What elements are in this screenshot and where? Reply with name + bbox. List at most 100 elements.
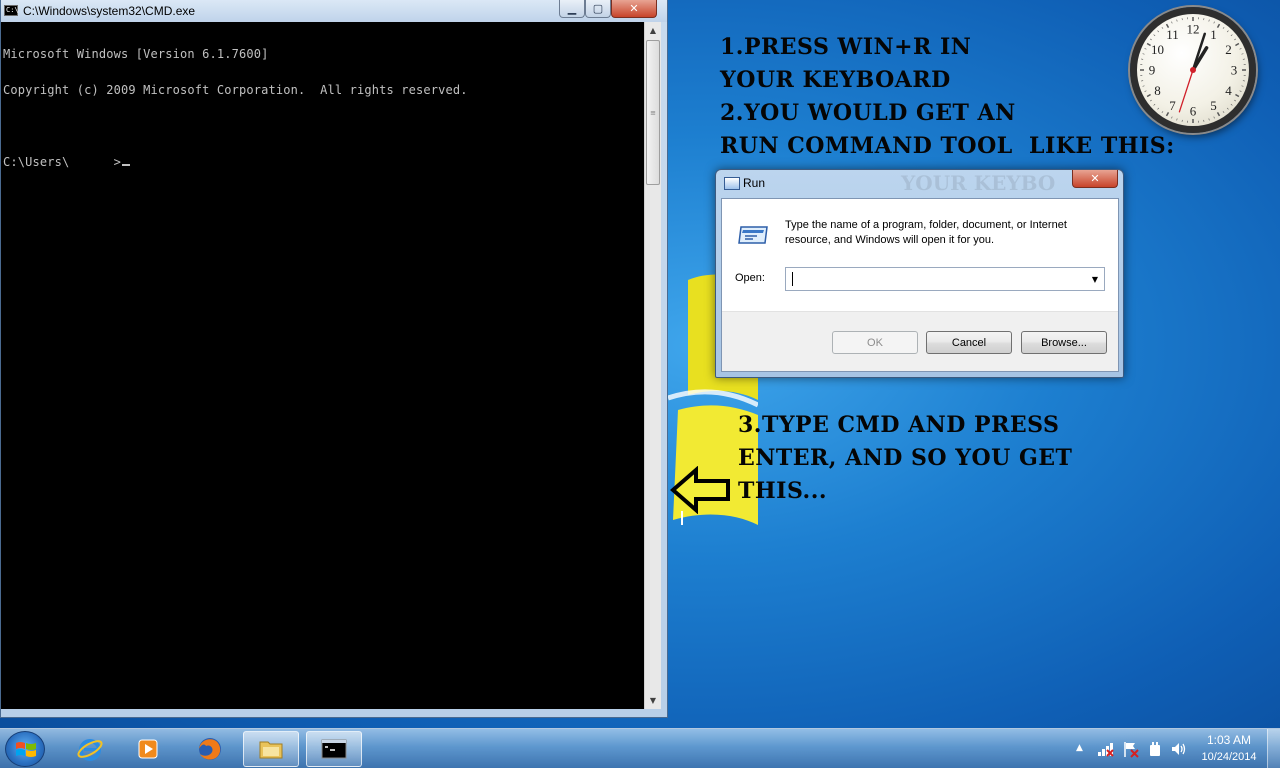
- clock-tick: [1176, 19, 1178, 22]
- clock-number: 3: [1231, 63, 1238, 78]
- taskbar-cmd[interactable]: [306, 731, 362, 767]
- run-program-icon: [738, 226, 768, 244]
- clock-tick: [1142, 53, 1145, 55]
- firefox-icon: [199, 738, 221, 760]
- run-dialog-body: Type the name of a program, folder, docu…: [721, 198, 1119, 372]
- network-icon[interactable]: [1097, 740, 1115, 758]
- volume-icon[interactable]: [1170, 740, 1188, 758]
- action-center-flag-icon[interactable]: [1122, 740, 1140, 758]
- clock-tick: [1144, 48, 1147, 50]
- clock-tick: [1153, 103, 1156, 106]
- clock-tick: [1144, 90, 1147, 92]
- media-player-icon: [138, 739, 158, 759]
- console-line: Microsoft Windows [Version 6.1.7600]: [3, 47, 269, 61]
- clock-tick: [1235, 93, 1240, 98]
- scroll-down-icon[interactable]: ▼: [645, 692, 661, 709]
- run-close-button[interactable]: ✕: [1072, 170, 1118, 188]
- show-desktop-button[interactable]: [1267, 729, 1280, 768]
- run-button-bar: OK Cancel Browse...: [722, 311, 1118, 371]
- clock-tick: [1230, 103, 1233, 106]
- start-button[interactable]: [5, 731, 45, 767]
- windows-explorer-icon: [259, 741, 283, 759]
- clock-tick: [1235, 42, 1240, 47]
- clock-number: 2: [1225, 42, 1232, 57]
- taskbar-firefox[interactable]: [182, 731, 238, 767]
- clock-tick: [1216, 112, 1221, 117]
- clock-tick: [1216, 23, 1221, 28]
- clock-tick: [1226, 30, 1229, 33]
- clock-tick: [1230, 34, 1233, 37]
- close-button[interactable]: ✕: [611, 0, 657, 18]
- text-cursor: [122, 164, 130, 166]
- clock-number: 8: [1154, 83, 1161, 98]
- minimize-button[interactable]: ▁: [559, 0, 585, 18]
- clock-tick: [1146, 93, 1151, 98]
- clock-number: 5: [1210, 98, 1217, 113]
- clock-number: 10: [1151, 42, 1164, 57]
- clock-tick: [1222, 26, 1225, 29]
- dropdown-arrow-icon[interactable]: ▼: [1088, 271, 1102, 287]
- run-description: Type the name of a program, folder, docu…: [785, 219, 1067, 246]
- scroll-thumb[interactable]: ≡: [646, 40, 660, 185]
- taskbar-media-player[interactable]: [120, 731, 176, 767]
- browse-button[interactable]: Browse...: [1021, 331, 1107, 354]
- taskbar-internet-explorer[interactable]: [62, 731, 118, 767]
- text-cursor: [792, 272, 793, 286]
- cmd-window[interactable]: C:\ C:\Windows\system32\CMD.exe ▁ ▢ ✕ Mi…: [0, 0, 668, 718]
- taskbar-windows-explorer[interactable]: [243, 731, 299, 767]
- clock-number: 12: [1187, 22, 1200, 37]
- power-plug-icon[interactable]: [1146, 740, 1164, 758]
- ok-button[interactable]: OK: [832, 331, 918, 354]
- open-combobox-input[interactable]: ▼: [785, 267, 1105, 291]
- tray-clock-time[interactable]: 1:03 AM: [1196, 733, 1262, 748]
- clock-tick: [1176, 118, 1178, 121]
- maximize-button[interactable]: ▢: [585, 0, 611, 18]
- scroll-up-icon[interactable]: ▲: [645, 22, 661, 39]
- console-line: Copyright (c) 2009 Microsoft Corporation…: [3, 83, 468, 97]
- clock-tick: [1157, 107, 1160, 110]
- console-output[interactable]: Microsoft Windows [Version 6.1.7600] Cop…: [1, 22, 644, 709]
- show-hidden-icons-icon[interactable]: ▲: [1076, 743, 1083, 753]
- clock-number: 11: [1166, 27, 1179, 42]
- clock-number: 4: [1225, 83, 1232, 98]
- clock-tick: [1241, 85, 1244, 87]
- left-arrow-icon: [670, 466, 730, 514]
- run-dialog[interactable]: Run YOUR KEYBO ✕ Type the name of a prog…: [715, 169, 1124, 378]
- cmd-window-title: C:\Windows\system32\CMD.exe: [23, 4, 196, 18]
- clock-tick: [1234, 38, 1237, 41]
- clock-tick: [1234, 99, 1237, 102]
- clock-tick: [1153, 34, 1156, 37]
- clock-tick: [1239, 48, 1242, 50]
- clock-tick: [1239, 90, 1242, 92]
- instruction-text-step-3: 3.TYPE CMD AND PRESS ENTER, AND SO YOU G…: [738, 412, 1073, 504]
- clock-tick: [1226, 107, 1229, 110]
- instruction-text-steps-1-2: 1.PRESS WIN+R IN YOUR KEYBOARD 2.YOU WOU…: [720, 34, 1175, 159]
- clock-tick: [1241, 53, 1244, 55]
- clock-tick: [1171, 21, 1173, 24]
- vertical-scrollbar[interactable]: ▲ ≡ ▼: [644, 22, 661, 709]
- clock-number: 6: [1190, 104, 1197, 119]
- clock-tick: [1208, 118, 1210, 121]
- taskbar: ▲ 1:03 AM 10/24/2014: [0, 728, 1280, 768]
- background-ghost-text: YOUR KEYBO: [901, 171, 1056, 195]
- clock-tick: [1208, 19, 1210, 22]
- run-titlebar[interactable]: Run YOUR KEYBO ✕: [716, 170, 1123, 197]
- clock-tick: [1157, 30, 1160, 33]
- clock-tick: [1149, 99, 1152, 102]
- cmd-titlebar[interactable]: C:\ C:\Windows\system32\CMD.exe ▁ ▢ ✕: [1, 0, 667, 22]
- clock-gadget[interactable]: 12 1 2 3 4 5 6 7 8 9 10 11: [1130, 7, 1256, 133]
- clock-tick: [1142, 85, 1145, 87]
- clock-tick: [1213, 21, 1215, 24]
- clock-center-pin: [1190, 67, 1196, 73]
- windows-flag-icon: [16, 742, 36, 757]
- cmd-icon: [321, 739, 347, 759]
- clock-tick: [1222, 111, 1225, 114]
- console-prompt: C:\Users\ >: [3, 155, 121, 169]
- clock-number: 9: [1149, 63, 1156, 78]
- clock-face: 12 12 3 45678 9 1011: [1140, 17, 1246, 123]
- run-icon: [724, 177, 740, 190]
- cancel-button[interactable]: Cancel: [926, 331, 1012, 354]
- tray-clock-date[interactable]: 10/24/2014: [1196, 750, 1262, 764]
- open-label: Open:: [735, 272, 765, 284]
